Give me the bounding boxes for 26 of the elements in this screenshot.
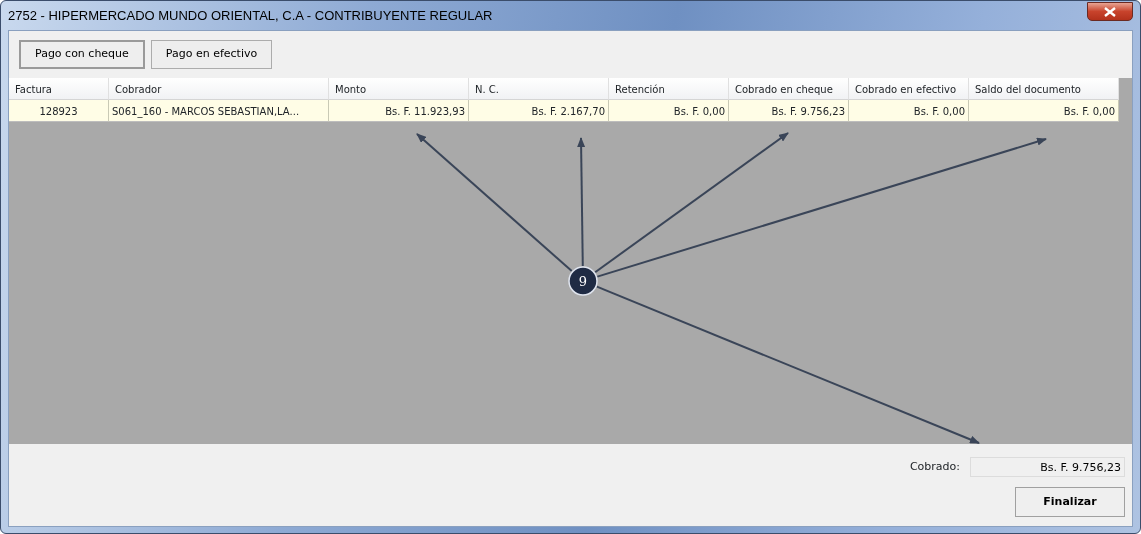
table-cell: Bs. F. 0,00 <box>849 100 969 122</box>
window-title: 2752 - HIPERMERCADO MUNDO ORIENTAL, C.A - CONTRIBUYENTE REGULAR <box>8 6 493 25</box>
column-header[interactable]: Cobrado en cheque <box>729 78 849 100</box>
column-header[interactable]: Cobrador <box>109 78 329 100</box>
table-cell: Bs. F. 11.923,93 <box>329 100 469 122</box>
close-icon <box>1104 6 1116 17</box>
cobrado-field[interactable]: Bs. F. 9.756,23 <box>970 457 1125 477</box>
finalize-button[interactable]: Finalizar <box>1015 487 1125 517</box>
table-cell: Bs. F. 0,00 <box>969 100 1119 122</box>
close-button[interactable] <box>1087 2 1133 21</box>
table-cell: S061_160 - MARCOS SEBASTIAN,LA... <box>109 100 329 122</box>
column-header[interactable]: Factura <box>9 78 109 100</box>
column-header[interactable]: Saldo del documento <box>969 78 1119 100</box>
table-cell: 128923 <box>9 100 109 122</box>
callout-circle <box>568 266 598 296</box>
cobrado-label: Cobrado: <box>909 458 960 475</box>
table-cell: Bs. F. 9.756,23 <box>729 100 849 122</box>
table-cell: Bs. F. 2.167,70 <box>469 100 609 122</box>
column-header[interactable]: Cobrado en efectivo <box>849 78 969 100</box>
table-cell: Bs. F. 0,00 <box>609 100 729 122</box>
payment-button[interactable]: Pago en efectivo <box>150 40 273 69</box>
column-header[interactable]: Retención <box>609 78 729 100</box>
column-header[interactable]: N. C. <box>469 78 609 100</box>
callout-number: 9 <box>578 274 588 289</box>
payment-button[interactable]: Pago con cheque <box>19 40 145 69</box>
column-header[interactable]: Monto <box>329 78 469 100</box>
